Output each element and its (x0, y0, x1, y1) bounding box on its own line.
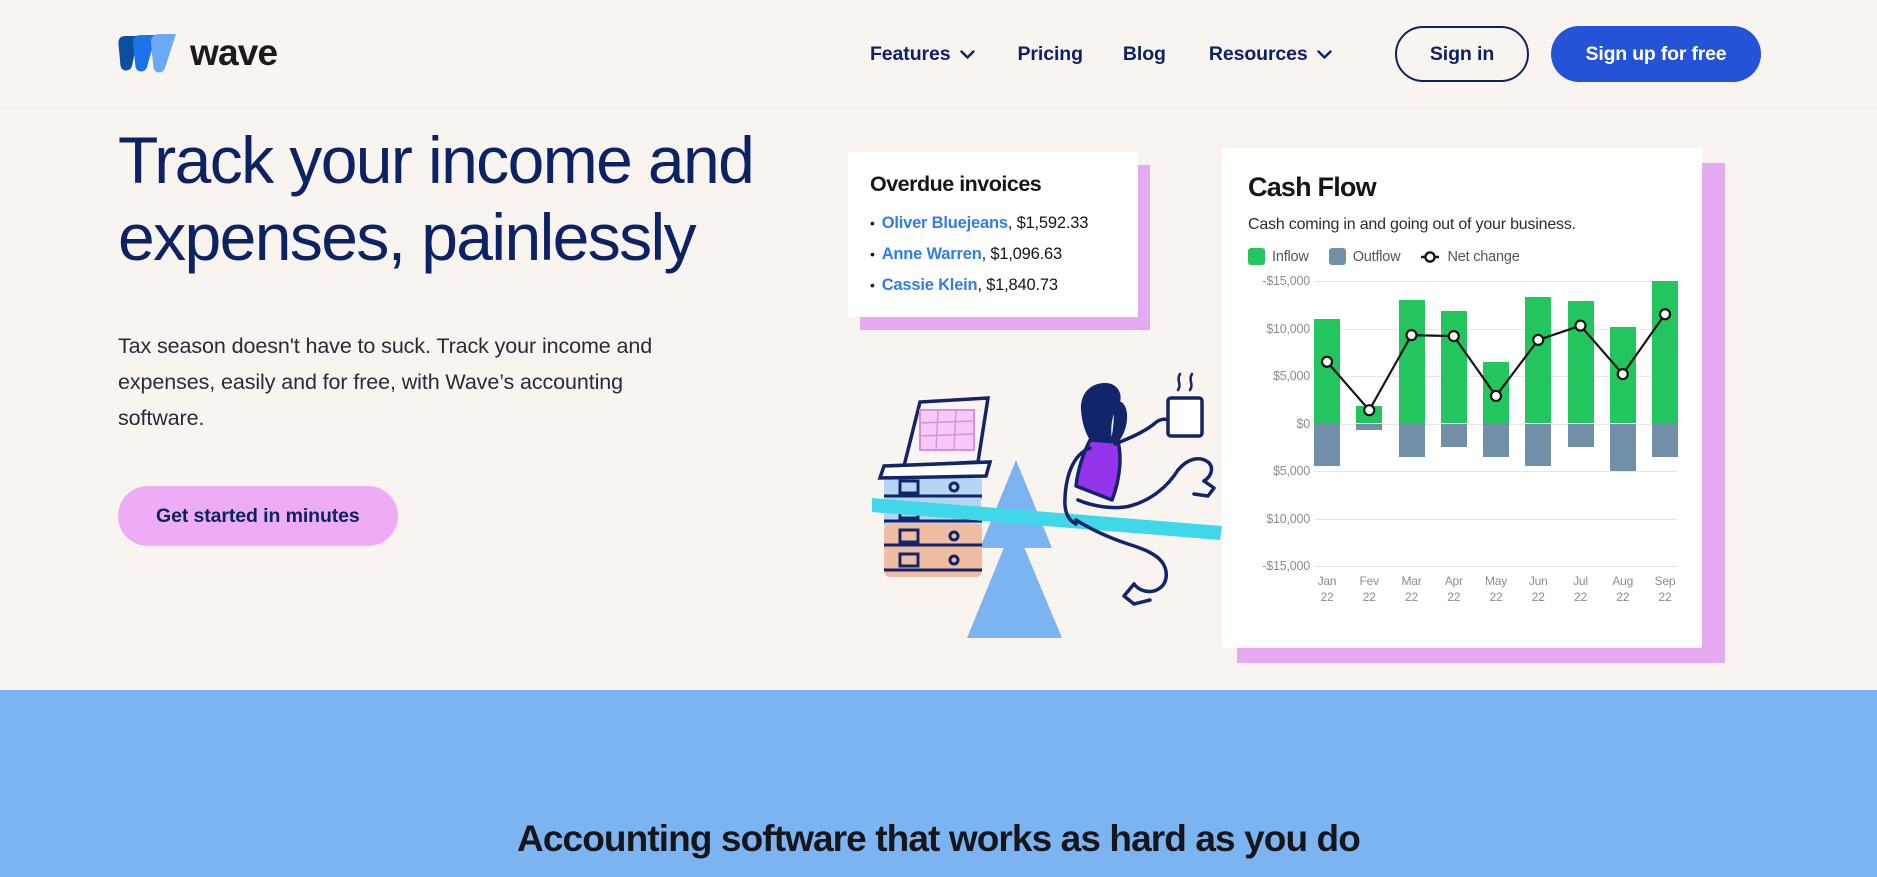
invoice-customer-name[interactable]: Oliver Bluejeans (882, 214, 1008, 232)
x-tick-label: May 22 (1484, 574, 1508, 604)
net-change-point (1574, 319, 1587, 332)
x-tick-label: Jan 22 (1317, 574, 1337, 604)
chevron-down-icon (959, 49, 975, 59)
chart-legend: Inflow Outflow Net change (1248, 248, 1676, 265)
hero-content: Track your income and expenses, painless… (118, 122, 758, 546)
bullet-icon: • (870, 277, 875, 293)
page-root: wave Features Pricing Blog Resources Sig… (0, 0, 1877, 877)
x-tick-label: Mar 22 (1401, 574, 1422, 604)
hero-subtitle: Tax season doesn't have to suck. Track y… (118, 334, 653, 430)
invoice-amount: , $1,592.33 (1007, 214, 1089, 232)
y-tick-label: $10,000 (1266, 511, 1310, 526)
cash-flow-card: Cash Flow Cash coming in and going out o… (1222, 148, 1702, 648)
outflow-swatch-icon (1328, 248, 1346, 265)
x-tick-label: Aug 22 (1612, 574, 1634, 604)
net-change-point (1320, 355, 1334, 368)
list-item: • Cassie Klein, $1,840.73 (870, 276, 1116, 295)
net-change-point (1363, 404, 1376, 417)
net-change-point (1658, 308, 1672, 321)
nav-item-resources[interactable]: Resources (1209, 35, 1332, 74)
x-tick-label: Fev 22 (1359, 574, 1380, 604)
page-title: Track your income and expenses, painless… (118, 123, 755, 274)
primary-navigation: Features Pricing Blog Resources (870, 0, 1332, 108)
chart-plot-area (1314, 281, 1678, 567)
x-tick-label: Jul 22 (1573, 574, 1588, 604)
x-tick-label: Apr 22 (1444, 574, 1463, 604)
y-tick-label: $5,000 (1272, 464, 1310, 478)
nav-item-pricing-label: Pricing (1017, 42, 1084, 65)
legend-item-outflow: Outflow (1328, 248, 1401, 265)
x-tick-label: Jun 22 (1528, 574, 1548, 604)
y-tick-label: $0 (1296, 416, 1310, 431)
overdue-invoice-list: • Oliver Bluejeans, $1,592.33 • Anne War… (870, 214, 1116, 295)
band-heading: Accounting software that works as hard a… (517, 818, 1361, 859)
nav-item-blog[interactable]: Blog (1123, 35, 1166, 74)
nav-item-blog-label: Blog (1122, 42, 1166, 65)
invoice-amount: , $1,840.73 (977, 276, 1058, 294)
chevron-down-icon (1316, 49, 1332, 59)
value-prop-band: Accounting software that works as hard a… (0, 690, 1877, 877)
nav-item-features-label: Features (870, 42, 951, 65)
invoice-customer-name[interactable]: Cassie Klein (882, 276, 978, 294)
net-change-point (1616, 367, 1629, 381)
wave-logo[interactable]: wave (118, 30, 278, 74)
chart-title: Cash Flow (1248, 172, 1377, 202)
y-tick-label: $10,000 (1266, 321, 1310, 336)
sign-up-button[interactable]: Sign up for free (1551, 26, 1761, 82)
net-change-point (1532, 333, 1545, 347)
net-change-line (1320, 308, 1672, 417)
bullet-icon: • (870, 215, 875, 231)
nav-item-pricing[interactable]: Pricing (1017, 35, 1084, 74)
legend-label-net-change: Net change (1447, 248, 1520, 265)
site-header: wave Features Pricing Blog Resources Sig… (0, 0, 1877, 108)
wave-logo-icon (118, 34, 176, 73)
chart-subtitle: Cash coming in and going out of your bus… (1248, 216, 1576, 233)
list-item: • Oliver Bluejeans, $1,592.33 (870, 214, 1116, 233)
sign-in-button[interactable]: Sign in (1395, 26, 1529, 82)
list-item: • Anne Warren, $1,096.63 (870, 245, 1116, 264)
net-change-point (1405, 329, 1418, 342)
legend-label-inflow: Inflow (1272, 248, 1309, 265)
y-tick-label: -$15,000 (1262, 559, 1310, 573)
net-change-marker-icon (1421, 250, 1440, 263)
invoice-customer-name[interactable]: Anne Warren (882, 245, 982, 263)
nav-item-resources-label: Resources (1208, 42, 1308, 65)
net-change-point (1489, 389, 1503, 403)
x-tick-label: Sep 22 (1654, 574, 1676, 604)
legend-label-outflow: Outflow (1352, 248, 1401, 265)
legend-item-net-change: Net change (1420, 248, 1520, 265)
inflow-swatch-icon (1248, 248, 1265, 265)
cash-flow-chart: -$15,000 $10,000 $5,000 $0 $5,000 $10,00… (1248, 274, 1678, 604)
nav-item-features[interactable]: Features (870, 35, 975, 74)
invoice-amount: , $1,096.63 (981, 245, 1063, 263)
overdue-card-title: Overdue invoices (870, 172, 1042, 196)
chart-x-axis: Jan 22 Fev 22 Mar 22 Apr 22 May 22 Jun 22 Jul 22 Aug 22… (1314, 573, 1678, 605)
get-started-button[interactable]: Get started in minutes (118, 486, 398, 546)
bullet-icon: • (870, 246, 875, 262)
overdue-invoices-card: Overdue invoices • Oliver Bluejeans, $1,… (848, 152, 1138, 317)
net-change-point (1447, 329, 1460, 343)
seesaw-illustration (872, 372, 1222, 638)
y-tick-label: $5,000 (1272, 369, 1310, 383)
gridline (1314, 566, 1678, 567)
wave-logo-text: wave (190, 31, 278, 73)
y-tick-label: -$15,000 (1262, 274, 1310, 288)
legend-item-inflow: Inflow (1248, 248, 1309, 265)
